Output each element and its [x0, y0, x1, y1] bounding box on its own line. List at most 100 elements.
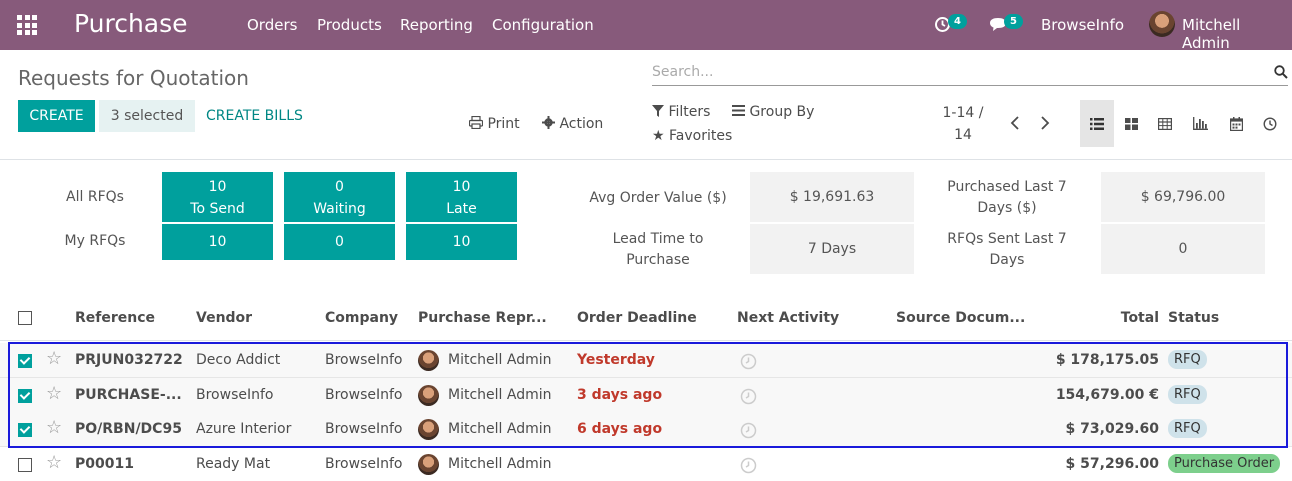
tile-waiting-all[interactable]: 0 Waiting	[284, 172, 395, 222]
kanban-view-icon	[1124, 117, 1138, 130]
tile-waiting-my[interactable]: 0	[284, 224, 395, 260]
groupby-dropdown[interactable]: Group By	[732, 104, 814, 120]
rfqs-sent-label: RFQs Sent Last 7 Days	[947, 231, 1067, 268]
search-input[interactable]	[652, 60, 1252, 84]
status-badge: RFQ	[1168, 350, 1207, 369]
pager-value[interactable]: 1-14 / 14	[938, 102, 988, 146]
row-deadline: 6 days ago	[577, 421, 663, 437]
filter-icon	[652, 105, 664, 117]
star-icon[interactable]: ☆	[46, 348, 62, 369]
avg-order-label: Avg Order Value ($)	[589, 190, 727, 206]
row-vendor: Azure Interior	[196, 421, 292, 437]
apps-grid-icon[interactable]	[17, 15, 37, 35]
table-row[interactable]: ☆ P00011 Ready Mat BrowseInfo Mitchell A…	[0, 447, 1292, 481]
table-row[interactable]: ☆ PRJUN032722 Deco Addict BrowseInfo Mit…	[0, 343, 1292, 378]
avg-order-value: $ 19,691.63	[750, 172, 914, 222]
row-total: $ 178,175.05	[1055, 352, 1159, 368]
row-deadline: 3 days ago	[577, 387, 663, 403]
row-reference: P00011	[75, 456, 134, 472]
list-view-button[interactable]	[1080, 100, 1114, 147]
action-dropdown[interactable]: Action	[542, 116, 603, 132]
selected-count: 3 selected	[99, 100, 195, 132]
search-icon[interactable]	[1274, 65, 1288, 79]
activity-clock-icon[interactable]	[740, 457, 757, 474]
control-panel-divider	[0, 159, 1292, 160]
tile-to-send-my[interactable]: 10	[162, 224, 273, 260]
row-company: BrowseInfo	[325, 456, 403, 472]
status-badge: RFQ	[1168, 419, 1207, 438]
row-checkbox[interactable]	[18, 458, 32, 472]
print-icon	[468, 115, 484, 130]
select-all-checkbox[interactable]	[18, 311, 32, 325]
menu-configuration[interactable]: Configuration	[492, 16, 594, 34]
tile-value: 0	[335, 179, 344, 195]
calendar-view-button[interactable]	[1219, 100, 1253, 147]
col-total[interactable]: Total	[1121, 310, 1159, 326]
menu-orders[interactable]: Orders	[247, 16, 297, 34]
star-icon[interactable]: ☆	[46, 417, 62, 438]
table-row[interactable]: ☆ PO/RBN/DC95 Azure Interior BrowseInfo …	[0, 412, 1292, 447]
search-bar	[652, 60, 1288, 86]
col-next-activity[interactable]: Next Activity	[737, 310, 839, 326]
chevron-right-icon[interactable]	[1037, 114, 1053, 132]
rep-avatar	[418, 454, 439, 475]
tile-caption: Waiting	[313, 201, 366, 217]
action-label: Action	[559, 116, 604, 132]
activity-count-badge: 4	[948, 14, 967, 29]
tile-late-my[interactable]: 10	[406, 224, 517, 260]
tile-value: 10	[452, 179, 471, 195]
print-dropdown[interactable]: Print	[468, 115, 520, 132]
row-checkbox[interactable]	[18, 354, 32, 368]
purchased-label: Purchased Last 7 Days ($)	[947, 179, 1067, 216]
user-avatar[interactable]	[1149, 11, 1175, 37]
row-reference: PURCHASE-...	[75, 387, 182, 403]
col-order-deadline[interactable]: Order Deadline	[577, 310, 697, 326]
groupby-label: Group By	[749, 104, 815, 120]
activity-clock-icon[interactable]	[740, 388, 757, 405]
col-company[interactable]: Company	[325, 310, 398, 326]
pivot-view-icon	[1158, 117, 1172, 130]
row-rep: Mitchell Admin	[448, 387, 552, 403]
create-button[interactable]: CREATE	[18, 100, 95, 132]
calendar-view-icon	[1229, 116, 1243, 131]
star-icon[interactable]: ☆	[46, 383, 62, 404]
row-total: $ 73,029.60	[1065, 421, 1159, 437]
tile-caption: Late	[446, 201, 477, 217]
my-rfqs-label: My RFQs	[64, 233, 126, 249]
page-title: Requests for Quotation	[18, 66, 249, 90]
activity-clock-icon[interactable]	[740, 353, 757, 370]
menu-products[interactable]: Products	[317, 16, 382, 34]
col-purchase-rep[interactable]: Purchase Repr...	[418, 310, 547, 326]
favorites-dropdown[interactable]: ★ Favorites	[652, 128, 732, 144]
gear-icon	[542, 116, 555, 129]
star-icon[interactable]: ☆	[46, 452, 62, 473]
filters-dropdown[interactable]: Filters	[652, 104, 710, 120]
tile-late-all[interactable]: 10 Late	[406, 172, 517, 222]
kanban-view-button[interactable]	[1114, 100, 1148, 147]
tile-to-send-all[interactable]: 10 To Send	[162, 172, 273, 222]
row-checkbox[interactable]	[18, 389, 32, 403]
col-source-document[interactable]: Source Docum...	[896, 310, 1025, 326]
table-row[interactable]: ☆ PURCHASE-... BrowseInfo BrowseInfo Mit…	[0, 378, 1292, 413]
rfqs-sent-value: 0	[1101, 224, 1265, 274]
col-status[interactable]: Status	[1168, 310, 1219, 326]
tile-caption: To Send	[190, 201, 245, 217]
graph-view-button[interactable]	[1183, 100, 1217, 147]
user-menu[interactable]: Mitchell Admin	[1182, 16, 1292, 52]
chevron-left-icon[interactable]	[1007, 114, 1023, 132]
rep-avatar	[418, 419, 439, 440]
row-checkbox[interactable]	[18, 423, 32, 437]
pivot-view-button[interactable]	[1148, 100, 1182, 147]
tile-value: 10	[208, 179, 227, 195]
col-reference[interactable]: Reference	[75, 310, 155, 326]
activity-view-icon	[1263, 116, 1277, 131]
create-bills-button[interactable]: CREATE BILLS	[206, 108, 303, 124]
row-reference: PRJUN032722	[75, 352, 183, 368]
purchased-value: $ 69,796.00	[1101, 172, 1265, 222]
activity-clock-icon[interactable]	[740, 422, 757, 439]
col-vendor[interactable]: Vendor	[196, 310, 252, 326]
menu-reporting[interactable]: Reporting	[400, 16, 473, 34]
all-rfqs-label: All RFQs	[66, 189, 124, 205]
company-switcher[interactable]: BrowseInfo	[1041, 16, 1124, 34]
activity-view-button[interactable]	[1253, 100, 1287, 147]
